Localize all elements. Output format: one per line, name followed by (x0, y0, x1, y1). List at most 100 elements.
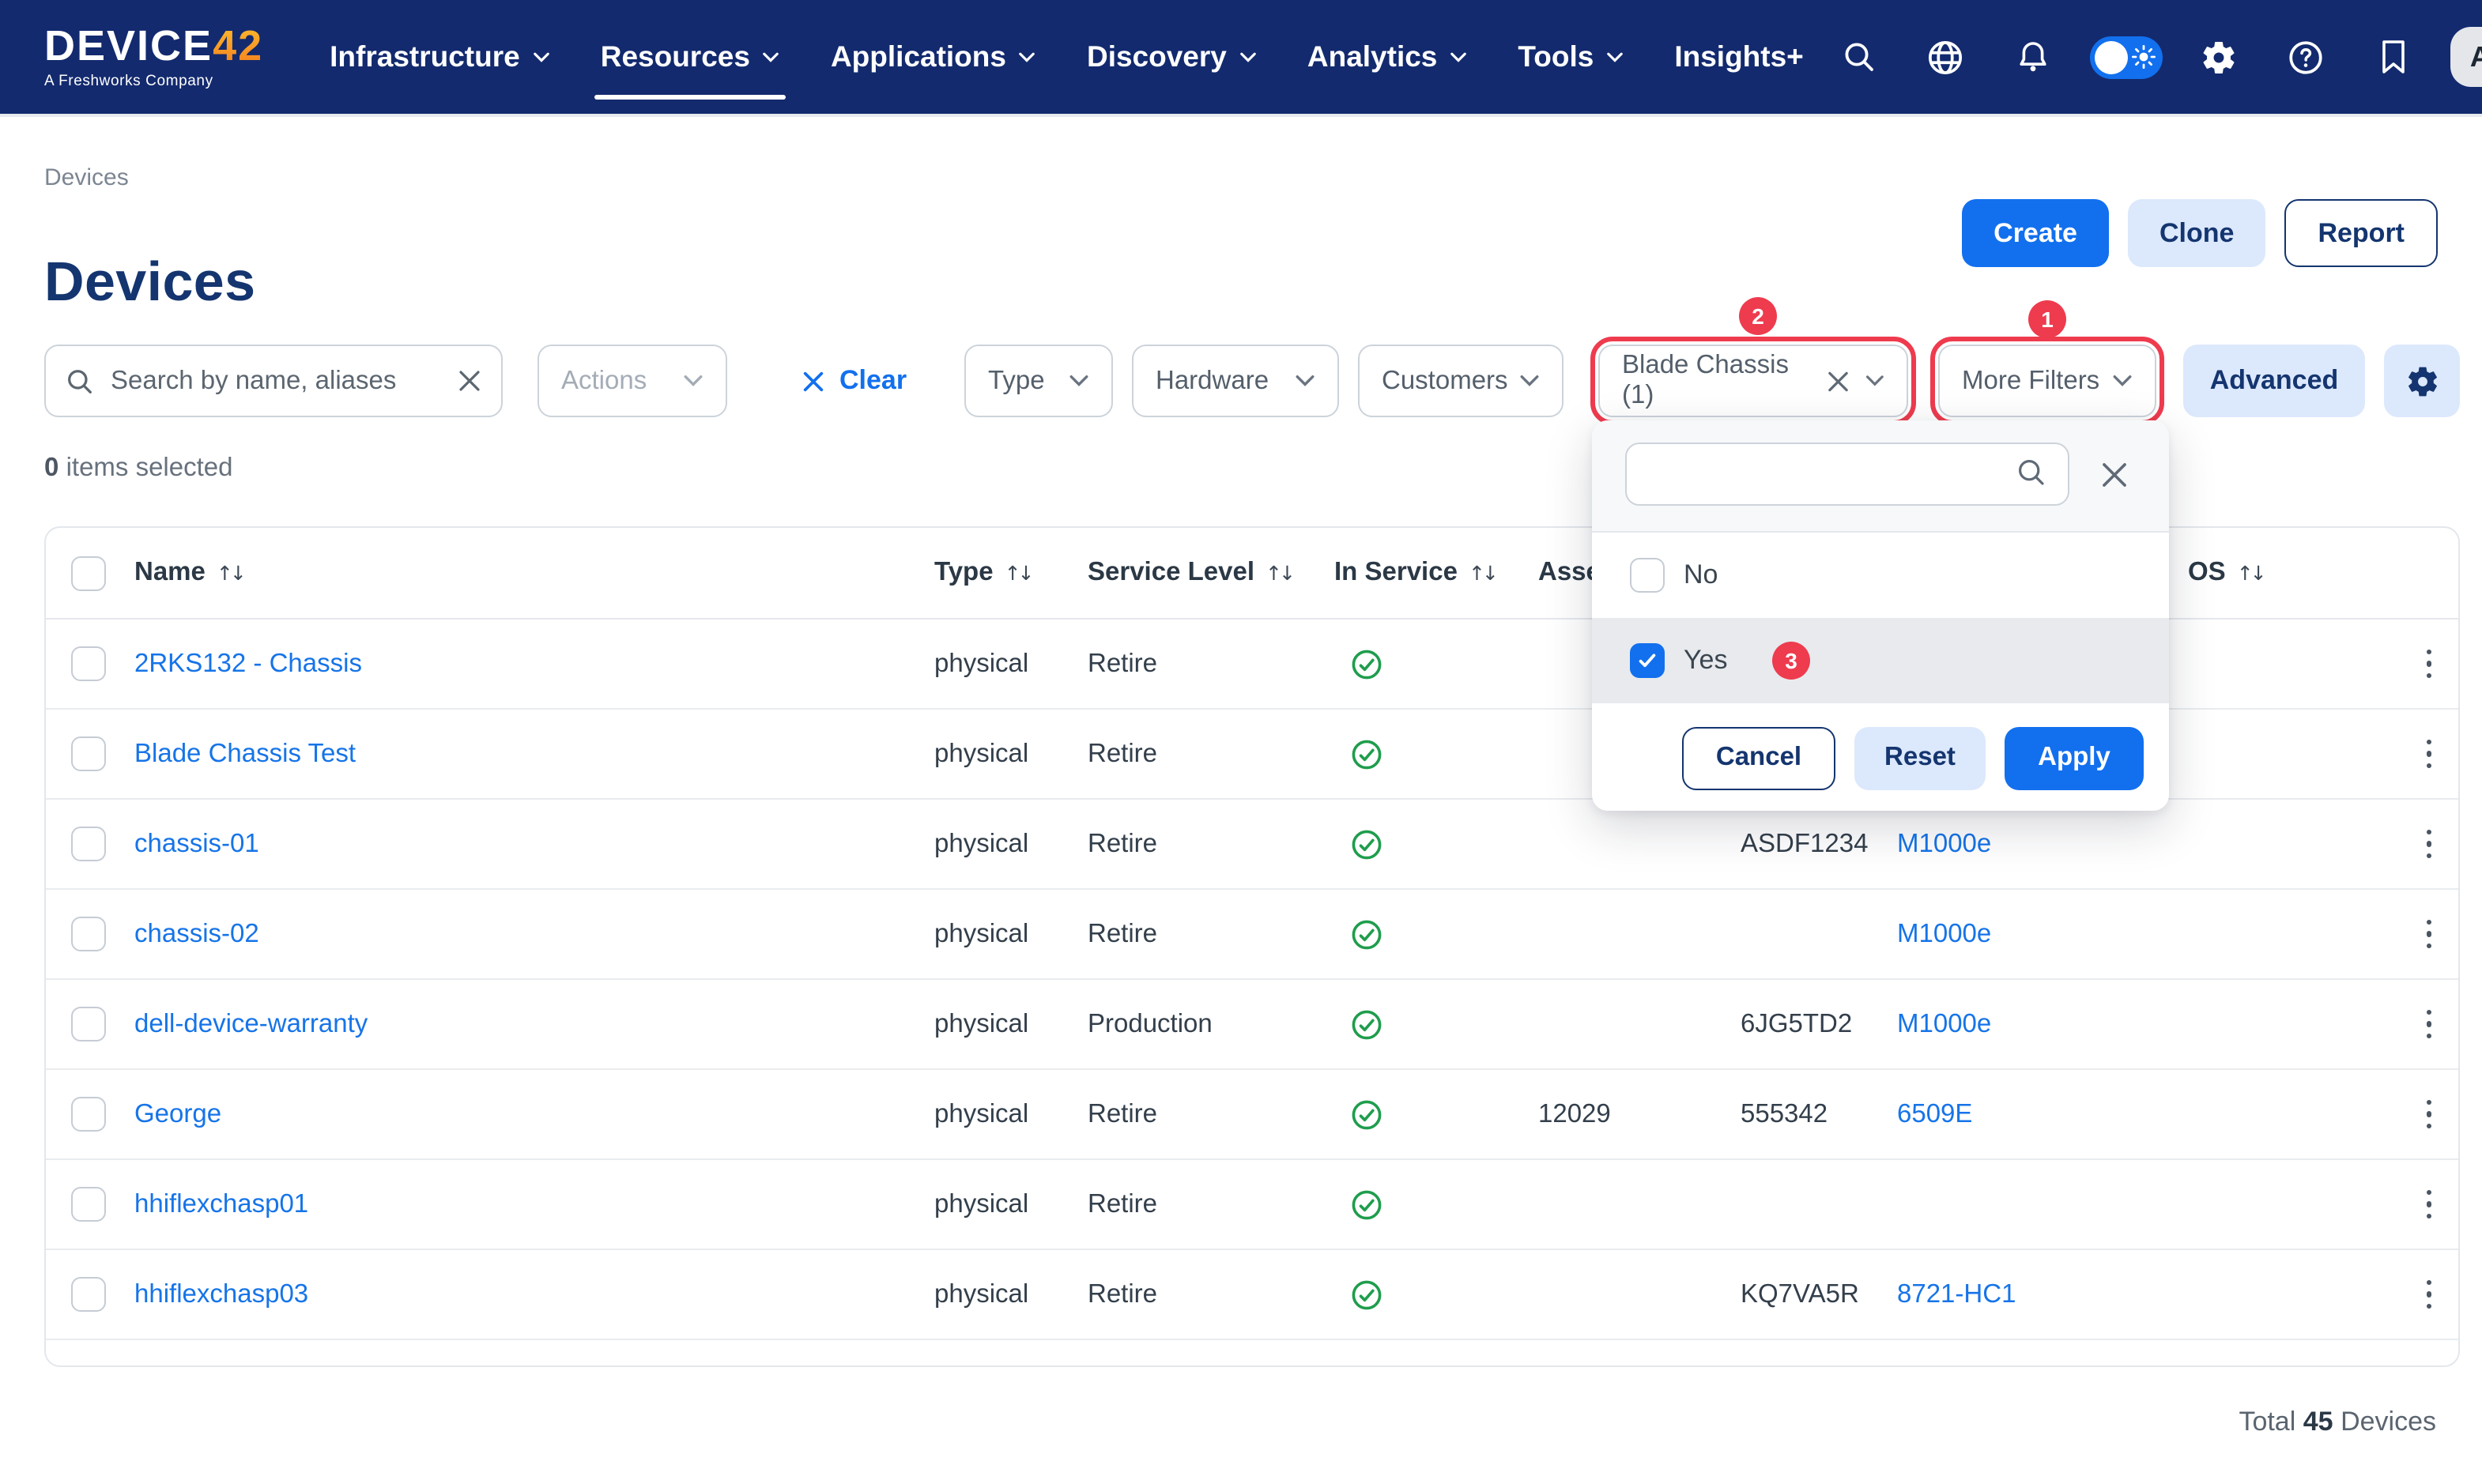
annotation-step-2-badge: 2 (1739, 297, 1777, 335)
device-name-link[interactable]: hhiflexchasp03 (134, 1279, 308, 1308)
blade-chassis-filter-dropdown[interactable]: Blade Chassis (1) (1598, 345, 1908, 417)
user-avatar[interactable]: A (2450, 27, 2482, 87)
row-actions-kebab-icon[interactable] (2420, 1093, 2438, 1136)
device-search-input[interactable]: Search by name, aliases (44, 345, 503, 417)
menu-tools[interactable]: Tools (1492, 0, 1649, 115)
row-checkbox[interactable] (71, 1097, 106, 1132)
table-settings-button[interactable] (2384, 345, 2460, 417)
gear-icon[interactable] (2190, 27, 2250, 87)
page-title: Devices (44, 252, 255, 315)
hardware-filter-dropdown[interactable]: Hardware (1132, 345, 1339, 417)
hardware-link[interactable]: M1000e (1897, 829, 1991, 857)
advanced-button[interactable]: Advanced (2183, 345, 2365, 417)
breadcrumb[interactable]: Devices (44, 164, 129, 191)
column-header-service-level[interactable]: Service Level↑↓ (1088, 558, 1334, 588)
filter-panel-header (1592, 420, 2169, 533)
column-header-os[interactable]: OS↑↓ (2188, 558, 2400, 588)
customers-filter-dropdown[interactable]: Customers (1358, 345, 1564, 417)
select-all-checkbox[interactable] (71, 556, 106, 590)
hardware-link[interactable]: M1000e (1897, 1009, 1991, 1038)
logo-subtitle: A Freshworks Company (44, 74, 263, 89)
row-actions-kebab-icon[interactable] (2420, 1363, 2438, 1367)
yes-checkbox[interactable] (1630, 643, 1665, 678)
create-button[interactable]: Create (1962, 199, 2109, 267)
column-header-in-service[interactable]: In Service↑↓ (1334, 558, 1516, 588)
cancel-button[interactable]: Cancel (1682, 726, 1835, 789)
type-cell: physical (934, 829, 1088, 859)
theme-toggle[interactable] (2090, 36, 2163, 78)
reset-button[interactable]: Reset (1854, 726, 1986, 789)
header-actions: Create Clone Report (1962, 199, 2438, 267)
filter-option-yes[interactable]: Yes 3 (1592, 618, 2169, 703)
row-checkbox[interactable] (71, 1187, 106, 1222)
menu-applications[interactable]: Applications (805, 0, 1062, 115)
row-checkbox[interactable] (71, 1277, 106, 1312)
service-level-cell: Production (1088, 1009, 1334, 1039)
sort-icon: ↑↓ (2237, 561, 2264, 585)
menu-insights[interactable]: Insights+ (1649, 0, 1828, 115)
hardware-link[interactable]: 8721-HC1 (1897, 1279, 2016, 1308)
apply-button[interactable]: Apply (2005, 726, 2144, 789)
device-name-link[interactable]: Blade Chassis Test (134, 739, 356, 767)
hardware-link[interactable]: M1000e (1897, 919, 1991, 947)
row-actions-kebab-icon[interactable] (2420, 1273, 2438, 1316)
row-actions-kebab-icon[interactable] (2420, 823, 2438, 865)
device-name-link[interactable]: chassis-01 (134, 829, 259, 857)
table-row: chassis-02physicalRetireM1000e (46, 890, 2458, 980)
actions-dropdown[interactable]: Actions (538, 345, 727, 417)
menu-infrastructure[interactable]: Infrastructure (304, 0, 575, 115)
row-checkbox[interactable] (71, 646, 106, 681)
row-checkbox[interactable] (71, 827, 106, 861)
clone-button[interactable]: Clone (2128, 199, 2265, 267)
type-filter-dropdown[interactable]: Type (964, 345, 1113, 417)
device-name-link[interactable]: dell-device-warranty (134, 1009, 368, 1038)
menu-analytics[interactable]: Analytics (1282, 0, 1493, 115)
device42-logo[interactable]: DEVICE42 A Freshworks Company (44, 25, 263, 89)
close-panel-icon[interactable] (2095, 455, 2133, 493)
search-icon[interactable] (1829, 27, 1889, 87)
more-filters-dropdown[interactable]: More Filters (1938, 345, 2156, 417)
annotation-step-3-badge: 3 (1772, 642, 1810, 680)
device-name-link[interactable]: 2RKS132 - Chassis (134, 649, 362, 677)
search-placeholder: Search by name, aliases (111, 366, 441, 396)
filter-search-input[interactable] (1625, 443, 2069, 506)
filter-option-no[interactable]: No (1592, 533, 2169, 618)
table-row: hhiflexchasp03physicalRetireKQ7VA5R8721-… (46, 1250, 2458, 1340)
device-name-link[interactable]: George (134, 1099, 221, 1128)
row-actions-kebab-icon[interactable] (2420, 1003, 2438, 1045)
hardware-link[interactable]: 6509E (1897, 1099, 1972, 1128)
clear-search-icon[interactable] (457, 368, 482, 394)
selection-count: 0 items selected (44, 454, 233, 484)
in-service-cell (1334, 1008, 1516, 1041)
row-actions-kebab-icon[interactable] (2420, 913, 2438, 955)
globe-icon[interactable] (1916, 27, 1976, 87)
remove-filter-x-icon[interactable] (1825, 367, 1850, 394)
row-checkbox[interactable] (71, 917, 106, 951)
serial-cell: ASDF1234 (1718, 829, 1897, 859)
row-actions-kebab-icon[interactable] (2420, 642, 2438, 685)
toggle-knob (2095, 40, 2128, 73)
type-cell: physical (934, 1009, 1088, 1039)
device-name-link[interactable]: hhiflexchasp01 (134, 1189, 308, 1218)
in-service-check-icon (1350, 1008, 1383, 1041)
menu-discovery[interactable]: Discovery (1062, 0, 1282, 115)
report-button[interactable]: Report (2284, 199, 2438, 267)
hardware-cell: M1000e (1897, 919, 2188, 949)
row-actions-kebab-icon[interactable] (2420, 1183, 2438, 1226)
device-name-link[interactable]: chassis-02 (134, 919, 259, 947)
row-checkbox[interactable] (71, 1007, 106, 1041)
sort-icon: ↑↓ (1469, 561, 1496, 585)
no-checkbox[interactable] (1630, 558, 1665, 593)
sort-icon: ↑↓ (1266, 561, 1292, 585)
bell-icon[interactable] (2003, 27, 2063, 87)
column-header-type[interactable]: Type↑↓ (934, 558, 1088, 588)
bookmark-icon[interactable] (2363, 27, 2424, 87)
serial-cell: 6JG5TD2 (1718, 1009, 1897, 1039)
help-icon[interactable] (2276, 27, 2337, 87)
row-checkbox[interactable] (71, 736, 106, 771)
column-header-name[interactable]: Name↑↓ (134, 558, 934, 588)
clear-filters-button[interactable]: Clear (802, 345, 907, 417)
row-actions-kebab-icon[interactable] (2420, 733, 2438, 775)
menu-resources[interactable]: Resources (575, 0, 805, 115)
search-icon (65, 366, 95, 396)
